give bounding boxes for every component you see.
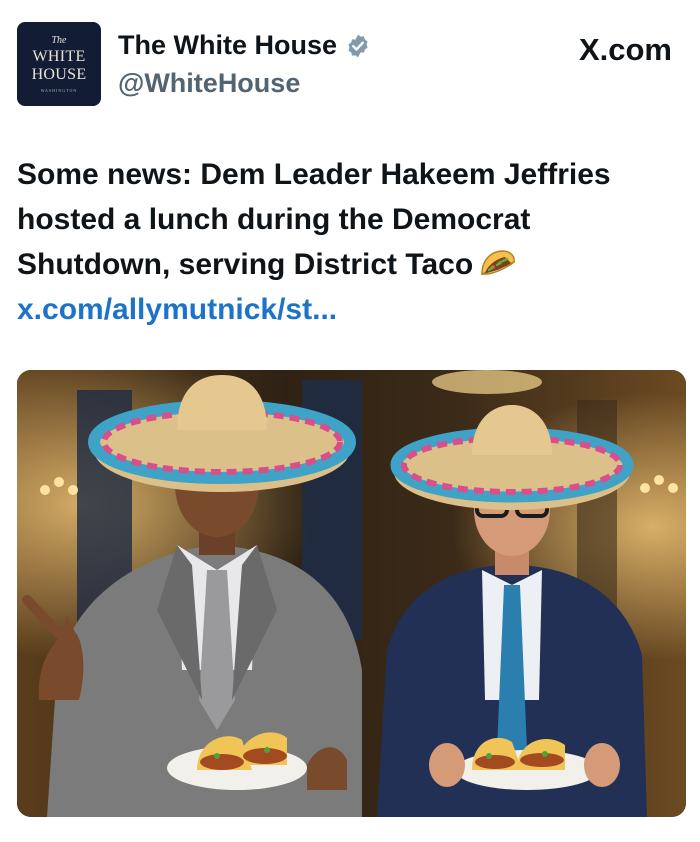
avatar-text-the: The (51, 34, 67, 46)
verified-badge-icon (348, 34, 368, 57)
avatar-text-washington: WASHINGTON (40, 87, 78, 93)
photo-illustration (17, 370, 686, 817)
avatar-text-house: HOUSE (31, 65, 87, 83)
taco-emoji-icon (481, 250, 516, 276)
account-name-row: The White House (118, 30, 371, 61)
post-line-3: Shutdown, serving District Taco (17, 248, 474, 281)
post-link[interactable]: x.com/allymutnick/st... (17, 287, 677, 332)
right-man (377, 405, 647, 817)
post-text: Some news: Dem Leader Hakeem Jeffries ho… (17, 152, 677, 332)
site-label-text: X.com (578, 32, 672, 67)
post-line-1: Some news: Dem Leader Hakeem Jeffries (17, 158, 611, 191)
post-line-2: hosted a lunch during the Democrat (17, 203, 531, 236)
post-photo[interactable] (17, 370, 686, 817)
avatar[interactable]: The WHITE HOUSE WASHINGTON (17, 22, 101, 106)
account-handle[interactable]: @WhiteHouse (118, 68, 300, 99)
display-name[interactable]: The White House (118, 30, 337, 61)
site-label: X.com (579, 32, 672, 68)
avatar-text-white: WHITE (32, 47, 86, 65)
